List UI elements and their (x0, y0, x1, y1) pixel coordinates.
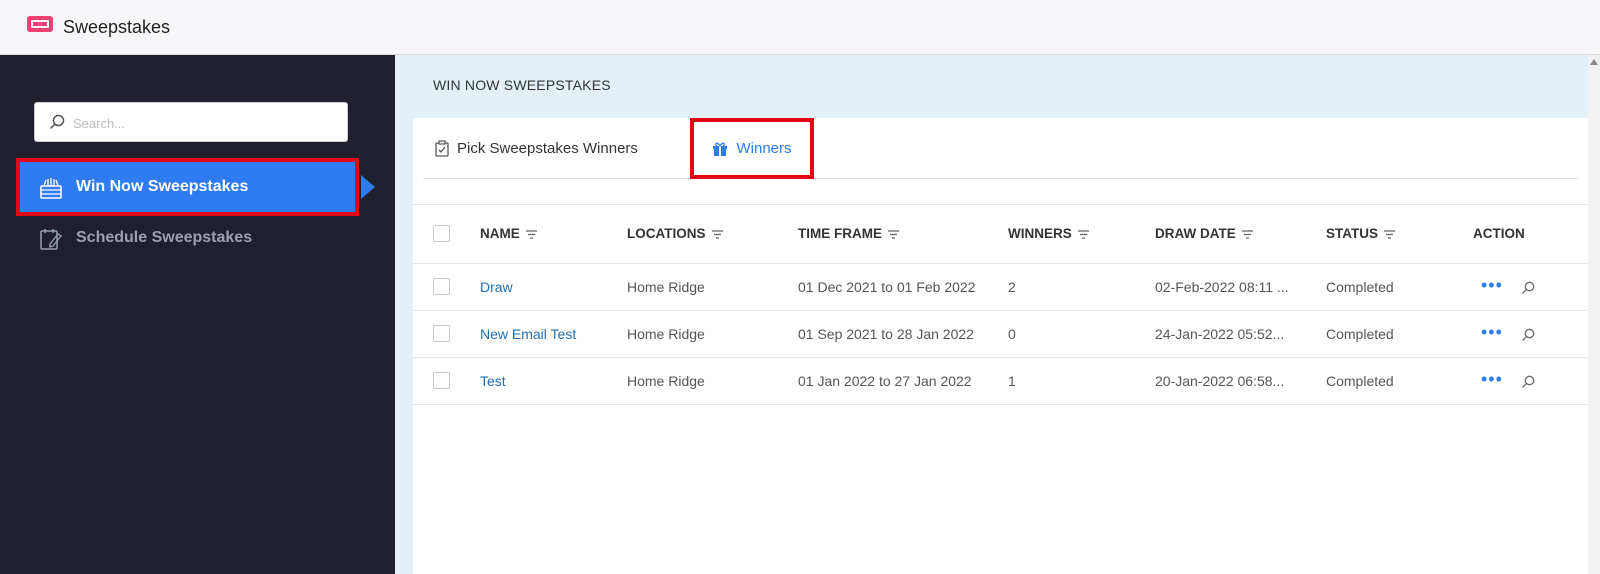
status-cell: Completed (1326, 310, 1473, 358)
gift-icon (713, 142, 728, 156)
sidebar-item-label: Schedule Sweepstakes (76, 229, 253, 246)
scroll-up-arrow-icon[interactable] (1590, 59, 1598, 65)
tab-winners[interactable]: Winners (690, 118, 814, 179)
view-icon[interactable] (1521, 375, 1535, 389)
filter-icon[interactable] (525, 230, 537, 239)
gift-basket-icon (40, 178, 62, 199)
more-actions-icon[interactable]: ••• (1481, 323, 1503, 341)
view-icon[interactable] (1521, 328, 1535, 342)
view-icon[interactable] (1521, 281, 1535, 295)
status-cell: Completed (1326, 357, 1473, 405)
row-checkbox[interactable] (433, 278, 450, 296)
filter-icon[interactable] (1384, 230, 1395, 239)
active-nav-pointer (361, 175, 375, 199)
content-panel: Pick Sweepstakes Winners Winners NAME LO… (413, 118, 1588, 574)
vertical-scrollbar[interactable] (1588, 55, 1600, 574)
sweepstake-name-link[interactable]: New Email Test (480, 326, 576, 342)
column-header-action: ACTION (1473, 226, 1525, 242)
search-input[interactable] (73, 111, 333, 135)
sidebar-search[interactable] (34, 102, 348, 142)
column-header-status: STATUS (1326, 226, 1378, 242)
search-icon (49, 114, 65, 130)
row-checkbox[interactable] (433, 372, 450, 390)
more-actions-icon[interactable]: ••• (1481, 370, 1503, 388)
filter-icon[interactable] (1077, 230, 1089, 239)
winners-cell: 2 (1008, 263, 1155, 311)
time-frame-cell: 01 Jan 2022 to 27 Jan 2022 (798, 357, 1008, 405)
column-header-name: NAME (480, 226, 520, 242)
more-actions-icon[interactable]: ••• (1481, 276, 1503, 294)
location-cell: Home Ridge (627, 310, 798, 358)
column-header-time-frame: TIME FRAME (798, 226, 882, 242)
location-cell: Home Ridge (627, 357, 798, 405)
app-title: Sweepstakes (63, 17, 171, 37)
table-row: Draw Home Ridge 01 Dec 2021 to 01 Feb 20… (413, 263, 1588, 311)
table-row: New Email Test Home Ridge 01 Sep 2021 to… (413, 310, 1588, 358)
top-bar: Sweepstakes (0, 0, 1600, 55)
table-header-row: NAME LOCATIONS TIME FRAME WINNERS DRAW D… (413, 205, 1588, 264)
winners-cell: 0 (1008, 310, 1155, 358)
tab-label: Winners (736, 140, 792, 157)
column-header-winners: WINNERS (1008, 226, 1072, 242)
winners-cell: 1 (1008, 357, 1155, 405)
column-header-draw-date: DRAW DATE (1155, 226, 1236, 242)
sidebar-item-win-now-sweepstakes[interactable]: Win Now Sweepstakes (16, 158, 359, 216)
draw-date-cell: 24-Jan-2022 05:52... (1155, 310, 1326, 358)
status-cell: Completed (1326, 263, 1473, 311)
filter-icon[interactable] (1241, 230, 1253, 239)
calendar-edit-icon (40, 229, 62, 250)
tab-label: Pick Sweepstakes Winners (457, 140, 638, 157)
draw-date-cell: 02-Feb-2022 08:11 ... (1155, 263, 1326, 311)
row-checkbox[interactable] (433, 325, 450, 343)
column-header-locations: LOCATIONS (627, 226, 706, 242)
tab-bar: Pick Sweepstakes Winners Winners (423, 118, 1578, 179)
location-cell: Home Ridge (627, 263, 798, 311)
select-all-checkbox[interactable] (433, 225, 450, 243)
tab-pick-sweepstakes-winners[interactable]: Pick Sweepstakes Winners (435, 118, 638, 179)
ticket-icon (27, 16, 53, 32)
sidebar-item-label: Win Now Sweepstakes (76, 178, 249, 195)
sweepstake-name-link[interactable]: Draw (480, 279, 513, 295)
clipboard-check-icon (435, 140, 449, 157)
winners-table: NAME LOCATIONS TIME FRAME WINNERS DRAW D… (413, 204, 1588, 405)
sidebar: Win Now Sweepstakes Schedule Sweepstakes (0, 55, 395, 574)
table-row: Test Home Ridge 01 Jan 2022 to 27 Jan 20… (413, 357, 1588, 405)
main-content: WIN NOW SWEEPSTAKES Pick Sweepstakes Win… (395, 55, 1588, 574)
time-frame-cell: 01 Sep 2021 to 28 Jan 2022 (798, 310, 1008, 358)
filter-icon[interactable] (711, 230, 723, 239)
filter-icon[interactable] (888, 230, 899, 239)
sweepstake-name-link[interactable]: Test (480, 373, 506, 389)
sidebar-item-schedule-sweepstakes[interactable]: Schedule Sweepstakes (20, 213, 355, 263)
time-frame-cell: 01 Dec 2021 to 01 Feb 2022 (798, 263, 1008, 311)
page-title: WIN NOW SWEEPSTAKES (433, 77, 611, 93)
draw-date-cell: 20-Jan-2022 06:58... (1155, 357, 1326, 405)
